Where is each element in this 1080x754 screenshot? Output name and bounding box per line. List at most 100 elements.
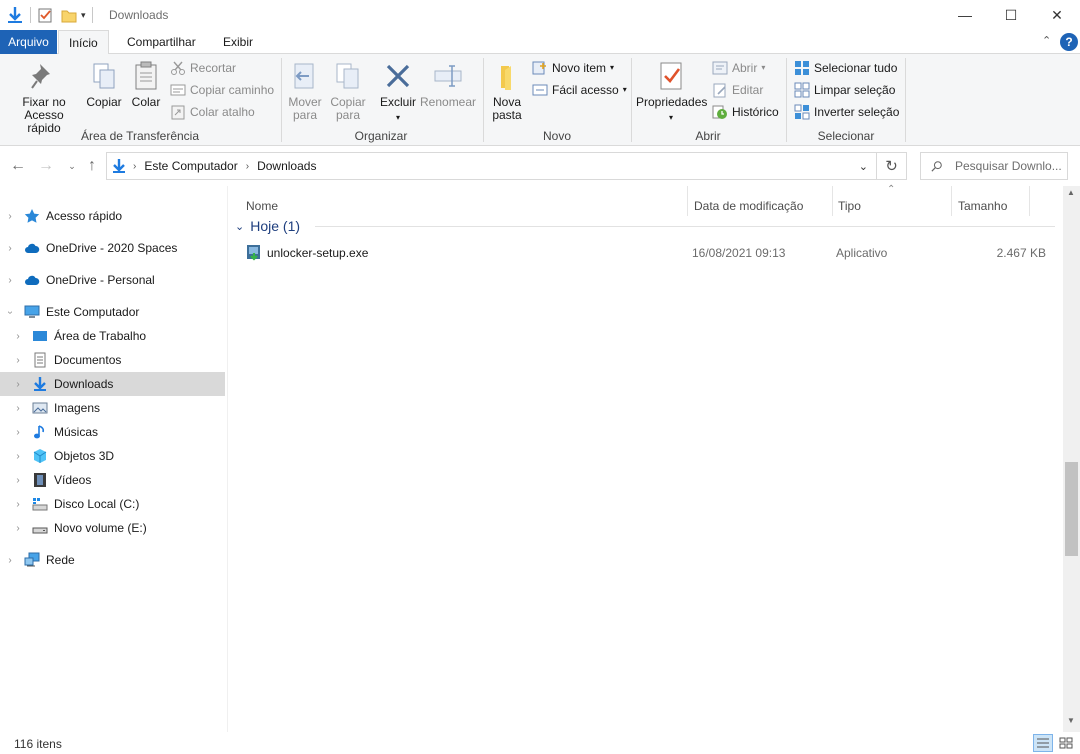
- breadcrumb-separator-icon: ›: [133, 160, 137, 172]
- download-arrow-icon[interactable]: [6, 6, 24, 24]
- nav-item-documentos[interactable]: › Documentos: [0, 348, 225, 372]
- video-icon: [34, 473, 46, 487]
- expand-chevron-icon[interactable]: ›: [4, 211, 16, 222]
- nav-item-videos[interactable]: › Vídeos: [0, 468, 225, 492]
- tab-compartilhar[interactable]: Compartilhar: [117, 30, 206, 54]
- move-to-button[interactable]: Mover para: [286, 60, 324, 122]
- help-icon[interactable]: ?: [1060, 33, 1078, 51]
- expand-chevron-icon[interactable]: ›: [12, 475, 24, 486]
- breadcrumb-este-computador[interactable]: Este Computador: [144, 159, 237, 173]
- maximize-button[interactable]: ☐: [988, 0, 1034, 30]
- tab-arquivo[interactable]: Arquivo: [0, 30, 57, 54]
- select-all-button[interactable]: Selecionar tudo: [794, 58, 897, 78]
- collapse-chevron-icon[interactable]: ›: [5, 306, 16, 318]
- address-dropdown-icon[interactable]: ⌄: [859, 160, 868, 173]
- documents-icon: [34, 352, 46, 368]
- copy-path-button[interactable]: Copiar caminho: [170, 80, 274, 100]
- recent-locations-icon[interactable]: ⌄: [62, 156, 82, 176]
- expand-chevron-icon[interactable]: ›: [4, 555, 16, 566]
- pin-quick-access-button[interactable]: Fixar no Acesso rápido: [6, 60, 82, 135]
- nav-item-objetos-3d[interactable]: › Objetos 3D: [0, 444, 225, 468]
- breadcrumb-downloads[interactable]: Downloads: [257, 159, 316, 173]
- nav-item-este-computador[interactable]: › Este Computador: [0, 300, 225, 324]
- new-folder-icon[interactable]: [61, 7, 77, 23]
- column-divider[interactable]: [951, 186, 952, 216]
- expand-chevron-icon[interactable]: ›: [4, 243, 16, 254]
- properties-button[interactable]: Propriedades ▾: [636, 60, 707, 124]
- expand-chevron-icon[interactable]: ›: [12, 379, 24, 390]
- expand-chevron-icon[interactable]: ›: [12, 355, 24, 366]
- expand-chevron-icon[interactable]: ›: [12, 451, 24, 462]
- tab-inicio[interactable]: Início: [58, 30, 109, 55]
- column-header-tamanho[interactable]: Tamanho: [958, 194, 1007, 218]
- search-input[interactable]: [955, 159, 1067, 173]
- column-header-tipo[interactable]: Tipo: [838, 194, 861, 218]
- scroll-up-arrow-icon[interactable]: ▲: [1067, 188, 1075, 197]
- large-icons-view-button[interactable]: [1056, 734, 1076, 752]
- file-list: ⌃ Nome Data de modificação Tipo Tamanho …: [229, 184, 1063, 732]
- select-none-button[interactable]: Limpar seleção: [794, 80, 895, 100]
- paste-shortcut-button[interactable]: Colar atalho: [170, 102, 255, 122]
- customize-toolbar-icon[interactable]: ▾: [81, 10, 86, 21]
- scrollbar-thumb[interactable]: [1065, 462, 1078, 556]
- copy-to-button[interactable]: Copiar para: [328, 60, 368, 122]
- expand-chevron-icon[interactable]: ›: [12, 331, 24, 342]
- installer-exe-icon: [247, 245, 260, 261]
- group-label-new: Novo: [542, 129, 571, 143]
- music-icon: [34, 425, 45, 439]
- paste-button[interactable]: Colar: [126, 60, 166, 109]
- group-header-hoje[interactable]: ⌄ Hoje (1): [235, 216, 300, 236]
- tab-exibir[interactable]: Exibir: [213, 30, 263, 54]
- copy-button[interactable]: Copiar: [84, 60, 124, 109]
- collapse-group-chevron-icon[interactable]: ⌄: [235, 220, 244, 233]
- column-header-data-modificacao[interactable]: Data de modificação: [694, 194, 803, 218]
- nav-item-downloads[interactable]: › Downloads: [0, 372, 225, 396]
- nav-item-onedrive-2020-spaces[interactable]: › OneDrive - 2020 Spaces: [0, 236, 225, 260]
- expand-chevron-icon[interactable]: ›: [12, 427, 24, 438]
- cut-button[interactable]: Recortar: [170, 58, 236, 78]
- nav-item-acesso-rapido[interactable]: › Acesso rápido: [0, 204, 225, 228]
- new-item-button[interactable]: Novo item ▾: [532, 58, 614, 78]
- column-header-nome[interactable]: Nome: [246, 194, 278, 218]
- open-button[interactable]: Abrir ▾: [712, 58, 765, 78]
- collapse-ribbon-icon[interactable]: ⌃: [1042, 34, 1051, 47]
- edit-button[interactable]: Editar: [712, 80, 763, 100]
- easy-access-button[interactable]: Fácil acesso ▾: [532, 80, 627, 100]
- refresh-button[interactable]: ↻: [877, 152, 907, 180]
- vertical-scrollbar[interactable]: ▲ ▼: [1063, 186, 1080, 732]
- nav-item-imagens[interactable]: › Imagens: [0, 396, 225, 420]
- column-divider[interactable]: [832, 186, 833, 216]
- nav-item-musicas[interactable]: › Músicas: [0, 420, 225, 444]
- nav-item-novo-volume-e[interactable]: › Novo volume (E:): [0, 516, 225, 540]
- paste-shortcut-icon: [171, 105, 185, 120]
- back-arrow-icon[interactable]: ←: [8, 156, 28, 176]
- column-divider[interactable]: [687, 186, 688, 216]
- search-box[interactable]: [920, 152, 1068, 180]
- expand-chevron-icon[interactable]: ›: [12, 523, 24, 534]
- column-divider[interactable]: [1029, 186, 1030, 216]
- rename-button[interactable]: Renomear: [420, 60, 476, 109]
- table-row[interactable]: unlocker-setup.exe 16/08/2021 09:13 Apli…: [241, 242, 1051, 264]
- forward-arrow-icon[interactable]: →: [36, 156, 56, 176]
- close-button[interactable]: ✕: [1034, 0, 1080, 30]
- expand-chevron-icon[interactable]: ›: [4, 275, 16, 286]
- group-divider: [315, 226, 1055, 227]
- status-bar: 116 itens: [0, 732, 1080, 754]
- delete-button[interactable]: Excluir ▾: [378, 60, 418, 124]
- details-view-button[interactable]: [1033, 734, 1053, 752]
- nav-item-area-de-trabalho[interactable]: › Área de Trabalho: [0, 324, 225, 348]
- history-button[interactable]: Histórico: [712, 102, 779, 122]
- address-bar[interactable]: › Este Computador › Downloads ⌄: [106, 152, 877, 180]
- nav-item-disco-local-c[interactable]: › Disco Local (C:): [0, 492, 225, 516]
- expand-chevron-icon[interactable]: ›: [12, 499, 24, 510]
- new-folder-button[interactable]: Nova pasta: [488, 60, 526, 122]
- properties-check-icon[interactable]: [37, 7, 53, 23]
- up-arrow-icon[interactable]: ↑: [82, 156, 102, 176]
- expand-chevron-icon[interactable]: ›: [12, 403, 24, 414]
- invert-selection-button[interactable]: Inverter seleção: [794, 102, 899, 122]
- copy-to-icon: [336, 63, 359, 89]
- nav-item-onedrive-personal[interactable]: › OneDrive - Personal: [0, 268, 225, 292]
- nav-item-rede[interactable]: › Rede: [0, 548, 225, 572]
- scroll-down-arrow-icon[interactable]: ▼: [1067, 716, 1075, 725]
- minimize-button[interactable]: —: [942, 0, 988, 30]
